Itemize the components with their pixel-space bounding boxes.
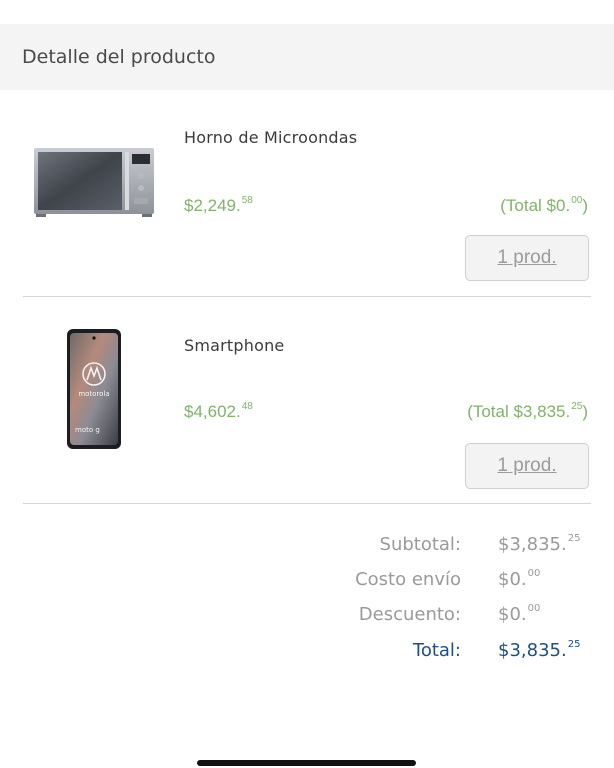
home-indicator[interactable] xyxy=(197,760,416,766)
product-total: (Total $0.00) xyxy=(500,195,588,215)
quantity-button[interactable]: 1 prod. xyxy=(465,443,589,489)
quantity-button[interactable]: 1 prod. xyxy=(465,235,589,281)
phone-brand-text: motorola xyxy=(78,390,109,398)
discount-row: Descuento: $0.00 xyxy=(0,603,614,634)
shipping-value: $0.00 xyxy=(498,568,541,590)
phone-model-text: moto g xyxy=(75,426,100,434)
product-name: Horno de Microondas xyxy=(184,128,358,147)
shipping-row: Costo envío $0.00 xyxy=(0,568,614,599)
product-price: $2,249.58 xyxy=(184,195,253,215)
discount-value: $0.00 xyxy=(498,603,541,625)
total-row: Total: $3,835.25 xyxy=(0,639,614,670)
microwave-image xyxy=(34,148,154,217)
product-item-smartphone: motorola moto g Smartphone $4,602.48 (To… xyxy=(0,318,614,504)
total-value: $3,835.25 xyxy=(498,639,581,661)
smartphone-image: motorola moto g xyxy=(67,329,121,449)
page-title: Detalle del producto xyxy=(22,46,216,68)
divider xyxy=(23,296,591,297)
product-name: Smartphone xyxy=(184,336,285,355)
subtotal-value: $3,835.25 xyxy=(498,533,581,555)
total-label: Total: xyxy=(412,640,461,661)
shipping-label: Costo envío xyxy=(355,569,461,590)
product-price: $4,602.48 xyxy=(184,401,253,421)
page-header: Detalle del producto xyxy=(0,24,614,90)
subtotal-row: Subtotal: $3,835.25 xyxy=(0,533,614,564)
divider xyxy=(23,503,591,504)
discount-label: Descuento: xyxy=(358,604,461,625)
product-total: (Total $3,835.25) xyxy=(467,401,588,421)
subtotal-label: Subtotal: xyxy=(379,534,461,555)
product-item-microwave: Horno de Microondas $2,249.58 (Total $0.… xyxy=(0,110,614,297)
